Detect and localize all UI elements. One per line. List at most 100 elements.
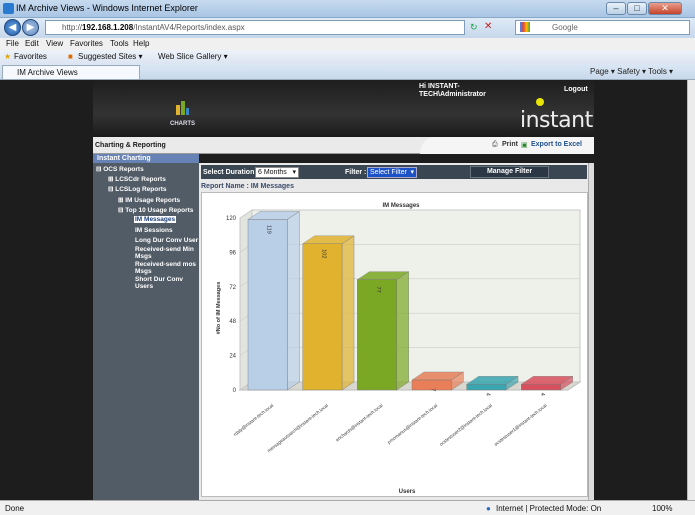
- bar: [302, 243, 343, 391]
- close-button[interactable]: ✕: [648, 2, 682, 15]
- print-icon: ⎙: [492, 141, 498, 148]
- data-label: 4: [539, 393, 545, 396]
- sidebar-heading: Instant Charting: [93, 154, 199, 163]
- tree-im-usage-reports[interactable]: ⊞ IM Usage Reports: [118, 197, 180, 204]
- tree-received-send-min[interactable]: Received-send Min Msgs: [135, 246, 197, 260]
- address-bar: ◀ ▶ http://192.168.1.208/InstantAV4/Repo…: [0, 18, 695, 38]
- chart-container: 0 24 48 72 96 120 IM Messages #No of IM Message…: [201, 192, 588, 497]
- suggested-sites-icon: ■: [68, 52, 73, 61]
- user-greeting: Hi INSTANT- TECH\Administrator: [419, 83, 486, 98]
- zone-text: Internet | Protected Mode: On: [496, 504, 602, 513]
- status-bar: Done ● Internet | Protected Mode: On 100…: [0, 500, 695, 515]
- window-titlebar: IM Archive Views - Windows Internet Expl…: [0, 0, 695, 18]
- menu-tools[interactable]: Tools: [110, 39, 129, 48]
- filter-select[interactable]: Select Filter ▾: [367, 167, 417, 178]
- menu-file[interactable]: File: [6, 39, 19, 48]
- breadcrumb: Charting & Reporting: [95, 142, 166, 149]
- favorites-button[interactable]: Favorites: [14, 52, 47, 61]
- y-tick-label: 0: [233, 388, 237, 394]
- logout-link[interactable]: Logout: [564, 86, 588, 93]
- y-tick-label: 120: [226, 216, 237, 222]
- data-label: 7: [430, 388, 436, 391]
- tree-lcscdr-reports[interactable]: ⊞ LCSCdr Reports: [108, 176, 166, 183]
- bar: [521, 384, 561, 391]
- favorites-bar: ★ Favorites ■ Suggested Sites ▾ Web Slic…: [0, 50, 695, 64]
- x-axis-label: Users: [399, 489, 416, 495]
- chevron-down-icon: ▾: [292, 169, 296, 176]
- x-tick-label: rdaly@instant-tech.local: [233, 403, 275, 437]
- bar: [247, 219, 288, 391]
- bar-side: [396, 271, 409, 391]
- menu-view[interactable]: View: [46, 39, 63, 48]
- tree-im-messages[interactable]: IM Messages: [134, 216, 177, 223]
- zoom-level[interactable]: 100%: [652, 504, 672, 513]
- data-label: 102: [320, 249, 326, 258]
- app-header: [93, 80, 594, 137]
- url-input[interactable]: http://192.168.1.208/InstantAV4/Reports/…: [45, 20, 465, 35]
- bar: [357, 279, 397, 391]
- web-slice-link[interactable]: Web Slice Gallery ▾: [158, 52, 228, 61]
- x-tick-label: ocstestuser1@instant-tech.local: [493, 403, 547, 447]
- report-name: Report Name : IM Messages: [201, 183, 294, 190]
- google-icon: [520, 22, 530, 32]
- filter-label: Filter :: [345, 169, 367, 176]
- duration-select[interactable]: 6 Months ▾: [255, 167, 299, 178]
- star-icon: ★: [4, 52, 12, 61]
- chevron-down-icon: ▾: [410, 169, 414, 176]
- chart-title: IM Messages: [382, 203, 420, 209]
- url-prefix: http://: [62, 23, 83, 32]
- export-excel-button[interactable]: Export to Excel: [531, 141, 582, 148]
- print-button[interactable]: Print: [502, 141, 518, 148]
- tree-ocs-reports[interactable]: ⊟ OCS Reports: [96, 166, 144, 173]
- manage-filter-button[interactable]: Manage Filter: [470, 166, 549, 178]
- globe-icon: ●: [486, 504, 491, 513]
- ie-icon: [3, 3, 14, 14]
- tree-received-send-mos[interactable]: Received-send mos Msgs: [135, 261, 197, 275]
- bar-side: [341, 235, 355, 391]
- tree-top10-usage-reports[interactable]: ⊟ Top 10 Usage Reports: [118, 207, 193, 214]
- y-tick-label: 72: [229, 285, 236, 291]
- tree-im-sessions[interactable]: IM Sessions: [135, 227, 173, 234]
- window-title: IM Archive Views - Windows Internet Expl…: [16, 3, 198, 13]
- stop-icon[interactable]: ✕: [484, 21, 492, 32]
- url-host: 192.168.1.208: [82, 23, 134, 32]
- menu-bar: File Edit View Favorites Tools Help: [0, 38, 695, 50]
- data-label: 119: [266, 225, 272, 234]
- bar-chart: 0 24 48 72 96 120 IM Messages #No of IM Message…: [216, 203, 582, 495]
- search-input[interactable]: Google: [515, 20, 690, 35]
- bar-side: [287, 211, 300, 391]
- excel-icon: ▣: [521, 142, 528, 149]
- menu-edit[interactable]: Edit: [25, 39, 39, 48]
- charts-nav-label[interactable]: CHARTS: [170, 121, 195, 127]
- minimize-button[interactable]: –: [606, 2, 626, 15]
- suggested-sites-link[interactable]: Suggested Sites ▾: [78, 52, 143, 61]
- y-tick-label: 96: [229, 250, 236, 256]
- maximize-button[interactable]: □: [627, 2, 647, 15]
- refresh-icon[interactable]: ↻: [470, 22, 478, 33]
- charts-icon[interactable]: [175, 99, 189, 116]
- duration-value: 6 Months: [258, 169, 287, 176]
- page-scrollbar[interactable]: [687, 80, 695, 500]
- x-tick-label: ocstestuser2@instant-tech.local: [439, 403, 493, 447]
- forward-icon[interactable]: ▶: [22, 19, 39, 36]
- menu-help[interactable]: Help: [133, 39, 149, 48]
- x-tick-label: erichards@instant-tech.local: [335, 403, 384, 443]
- data-label: 77: [375, 287, 381, 293]
- tree-long-dur-conv[interactable]: Long Dur Conv User: [135, 237, 198, 244]
- filter-value: Select Filter: [370, 169, 407, 176]
- bar: [466, 384, 507, 391]
- back-icon[interactable]: ◀: [4, 19, 21, 36]
- tree-lcslog-reports[interactable]: ⊟ LCSLog Reports: [108, 186, 167, 193]
- duration-label: Select Duration :: [203, 169, 259, 176]
- sidebar: [93, 154, 199, 500]
- menu-favorites[interactable]: Favorites: [70, 39, 103, 48]
- brand-dot: [536, 98, 544, 106]
- page-tools-menu[interactable]: Page ▾ Safety ▾ Tools ▾: [590, 67, 673, 76]
- tab-im-archive[interactable]: IM Archive Views: [2, 65, 140, 79]
- tab-bar: IM Archive Views Page ▾ Safety ▾ Tools ▾: [0, 64, 695, 80]
- y-axis-label: #No of IM Messages: [216, 282, 222, 335]
- y-tick-label: 24: [229, 354, 236, 360]
- tree-short-dur-conv[interactable]: Short Dur Conv Users: [135, 276, 190, 290]
- chart-back-wall: [251, 209, 581, 383]
- url-path: /InstantAV4/Reports/index.aspx: [133, 23, 245, 32]
